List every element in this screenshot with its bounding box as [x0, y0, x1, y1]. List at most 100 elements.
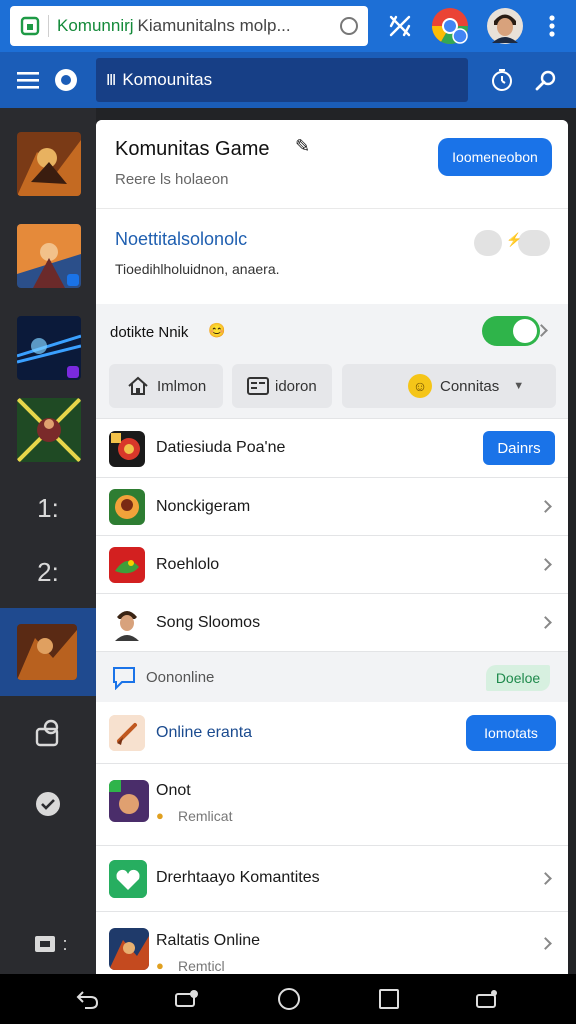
- notification-toggle[interactable]: ⚡: [474, 228, 550, 258]
- list-item-3[interactable]: Roehlolo: [96, 536, 568, 594]
- list-item-3-icon: [109, 547, 145, 583]
- rail-bookmark-icon[interactable]: :: [26, 924, 74, 964]
- community-header: Komunitas Game ✎ Reere ls holaeon Ioomen…: [96, 120, 568, 208]
- app-bar: Ⅲ Komounitas: [0, 52, 576, 108]
- rail-game-thumb-4[interactable]: [17, 398, 81, 462]
- header-action-button[interactable]: Ioomeneobon: [438, 138, 552, 176]
- chip-community-label: Connitas: [440, 377, 500, 395]
- entry-1-icon: [109, 780, 149, 822]
- list-item-3-title: Roehlolo: [156, 556, 220, 573]
- back-icon[interactable]: [74, 986, 100, 1012]
- search-icon[interactable]: [528, 62, 564, 98]
- list-item-4[interactable]: Song Sloomos: [96, 594, 568, 652]
- entry-3-icon: [109, 928, 149, 970]
- rail-share-icon[interactable]: [28, 714, 68, 754]
- online-group-action-button[interactable]: Iomotats: [466, 715, 556, 751]
- browser-toolbar: Komunnirj Kiamunitalns molp...: [0, 0, 576, 52]
- rail-counter-c: :: [62, 933, 68, 954]
- share-nav-icon[interactable]: [474, 986, 500, 1012]
- list-item-4-title: Song Sloomos: [156, 614, 261, 631]
- mode-row: dotikte Nnik 😊: [96, 304, 568, 358]
- list-item-3-chevron-icon: [539, 558, 552, 571]
- lock-icon: [20, 16, 40, 36]
- notification-desc: Tioedihlholuidnon, anaera.: [115, 261, 280, 277]
- entry-3-coin-icon: ●: [156, 958, 164, 973]
- entry-3-subtitle: Remticl: [178, 958, 225, 974]
- list-item-1-title: Datiesiuda Poa'ne: [156, 439, 286, 456]
- chip-list-label: idoron: [275, 377, 317, 395]
- more-vert-icon[interactable]: [534, 8, 570, 44]
- entry-1[interactable]: Onot ● Remlicat: [96, 764, 568, 846]
- square-nav-icon[interactable]: [376, 986, 402, 1012]
- mode-label: dotikte Nnik: [110, 324, 189, 341]
- entry-1-coin-icon: ●: [156, 808, 164, 823]
- timer-icon[interactable]: [484, 62, 520, 98]
- online-group-title: Online eranta: [156, 724, 253, 741]
- chat-icon: [113, 667, 135, 690]
- entry-1-title: Onot: [156, 782, 191, 799]
- emoji-icon: ☺: [408, 374, 432, 398]
- mode-toggle[interactable]: [482, 316, 540, 346]
- list-item-2-chevron-icon: [539, 500, 552, 513]
- system-nav-bar: [0, 974, 576, 1024]
- address-separator: [48, 15, 49, 37]
- entry-2-chevron-icon: [539, 872, 552, 885]
- home-nav-icon[interactable]: [276, 986, 302, 1012]
- online-section-label: Oononline: [146, 669, 215, 686]
- rail-counter-a-label: 1:: [37, 492, 59, 523]
- avatar[interactable]: [486, 7, 524, 45]
- entry-3-chevron-icon: [539, 937, 552, 950]
- list-item-4-chevron-icon: [539, 616, 552, 629]
- list-item-1-action-button[interactable]: Dainrs: [483, 431, 555, 465]
- home-icon: [128, 376, 148, 395]
- recents-icon[interactable]: [174, 986, 200, 1012]
- chip-home[interactable]: Imlmon: [109, 364, 223, 408]
- list-item-4-icon: [109, 605, 145, 641]
- list-item-2-title: Nonckigeram: [156, 498, 251, 515]
- online-group-row[interactable]: Online eranta Iomotats: [96, 702, 568, 764]
- entry-1-subtitle: Remlicat: [178, 808, 233, 824]
- rail-game-thumb-3[interactable]: [17, 316, 81, 380]
- notification-title: Noettitalsolonolc: [115, 229, 248, 249]
- rail-game-thumb-2[interactable]: [17, 224, 81, 288]
- chip-community[interactable]: ☺ Connitas ▼: [342, 364, 556, 408]
- page-subtitle: Reere ls holaeon: [115, 171, 229, 188]
- rail-game-thumb-5: [17, 624, 77, 680]
- list-item-2-icon: [109, 489, 145, 525]
- app-title: Komounitas: [122, 70, 213, 89]
- address-bar[interactable]: Komunnirj Kiamunitalns molp...: [10, 6, 368, 46]
- rail-shield-icon[interactable]: [28, 784, 68, 824]
- list-item-1[interactable]: Datiesiuda Poa'ne Dainrs: [96, 418, 568, 478]
- chevron-down-icon: ▼: [513, 380, 525, 392]
- notification-card: Noettitalsolonolc Tioedihlholuidnon, ana…: [96, 208, 568, 304]
- app-logo-icon[interactable]: [48, 62, 84, 98]
- profile-chrome-icon[interactable]: [430, 6, 470, 46]
- entry-2-icon: [109, 860, 147, 898]
- left-rail: 1: 2: :: [0, 108, 96, 974]
- app-title-icon: Ⅲ: [106, 72, 117, 89]
- rail-counter-a[interactable]: 1:: [28, 488, 68, 528]
- list-item-2[interactable]: Nonckigeram: [96, 478, 568, 536]
- rail-active-item[interactable]: [0, 608, 96, 696]
- edit-icon[interactable]: ✎: [295, 136, 310, 157]
- main-panel: Komunitas Game ✎ Reere ls holaeon Ioomen…: [96, 120, 568, 974]
- url-path: Kiamunitalns molp...: [137, 16, 291, 35]
- chip-home-label: Imlmon: [157, 377, 207, 395]
- entry-3-title: Raltatis Online: [156, 932, 261, 949]
- reload-icon[interactable]: [340, 17, 358, 35]
- menu-icon[interactable]: [10, 62, 46, 98]
- entry-3[interactable]: Raltatis Online ● Remticl: [96, 912, 568, 974]
- online-section-header: Oononline Doeloe: [96, 652, 568, 702]
- url-site: Komunnirj: [57, 16, 134, 35]
- online-section-badge[interactable]: Doeloe: [486, 665, 550, 691]
- app-title-field[interactable]: Ⅲ Komounitas: [96, 58, 468, 102]
- extensions-icon[interactable]: [382, 8, 418, 44]
- rail-counter-b[interactable]: 2:: [28, 552, 68, 592]
- online-group-icon: [109, 715, 145, 751]
- entry-2-title: Drerhtaayo Komantites: [156, 869, 320, 886]
- list-icon: [247, 377, 269, 395]
- mode-emoji-icon: 😊: [208, 322, 226, 338]
- entry-2[interactable]: Drerhtaayo Komantites: [96, 846, 568, 912]
- chip-list[interactable]: idoron: [232, 364, 332, 408]
- rail-game-thumb-1[interactable]: [17, 132, 81, 196]
